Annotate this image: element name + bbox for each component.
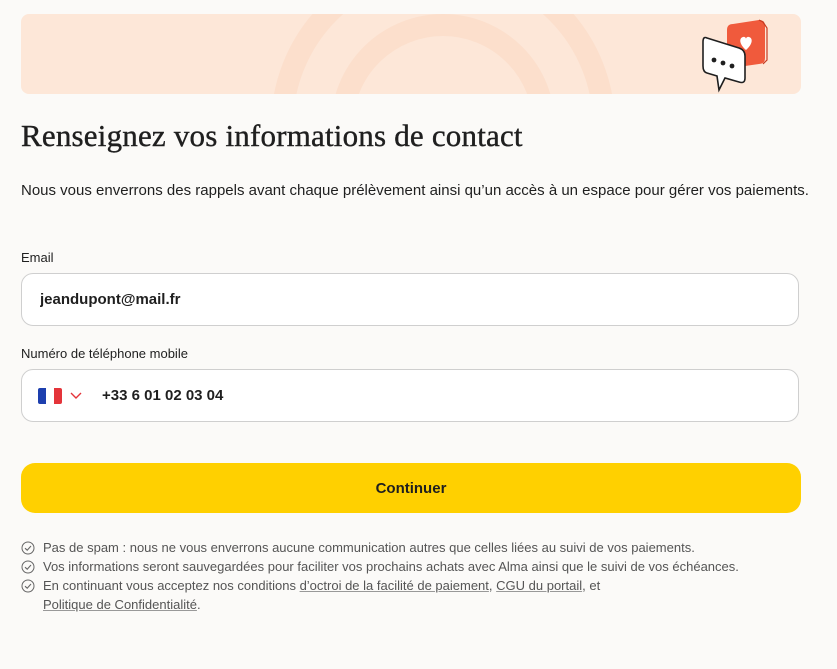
check-circle-icon: [21, 579, 35, 593]
chat-bubble-heart-icon: [702, 19, 768, 93]
note-text: Vos informations seront sauvegardées pou…: [43, 559, 739, 574]
note-text: Pas de spam : nous ne vous enverrons auc…: [43, 540, 695, 555]
email-label: Email: [21, 250, 54, 265]
note-item: En continuant vous acceptez nos conditio…: [21, 576, 821, 614]
chevron-down-icon: [70, 392, 82, 399]
phone-field[interactable]: [82, 387, 798, 404]
email-field[interactable]: [22, 291, 798, 308]
header-banner: [21, 14, 801, 94]
phone-field-container[interactable]: [21, 369, 799, 422]
note-text: En continuant vous acceptez nos conditio…: [43, 578, 601, 612]
france-flag-icon: [38, 387, 62, 404]
country-selector[interactable]: [22, 387, 82, 404]
page-title: Renseignez vos informations de contact: [21, 118, 523, 153]
phone-label: Numéro de téléphone mobile: [21, 346, 188, 361]
privacy-policy-link[interactable]: Politique de Confidentialité: [43, 597, 197, 612]
check-circle-icon: [21, 541, 35, 555]
terms-link-portal-cgu[interactable]: CGU du portail: [496, 578, 582, 593]
page-intro: Nous vous enverrons des rappels avant ch…: [21, 182, 809, 199]
info-notes: Pas de spam : nous ne vous enverrons auc…: [21, 538, 821, 614]
email-field-container[interactable]: [21, 273, 799, 326]
continue-button[interactable]: Continuer: [21, 463, 801, 513]
note-item: Vos informations seront sauvegardées pou…: [21, 557, 821, 576]
note-item: Pas de spam : nous ne vous enverrons auc…: [21, 538, 821, 557]
check-circle-icon: [21, 560, 35, 574]
terms-link-payment-facility[interactable]: d’octroi de la facilité de paiement: [300, 578, 489, 593]
